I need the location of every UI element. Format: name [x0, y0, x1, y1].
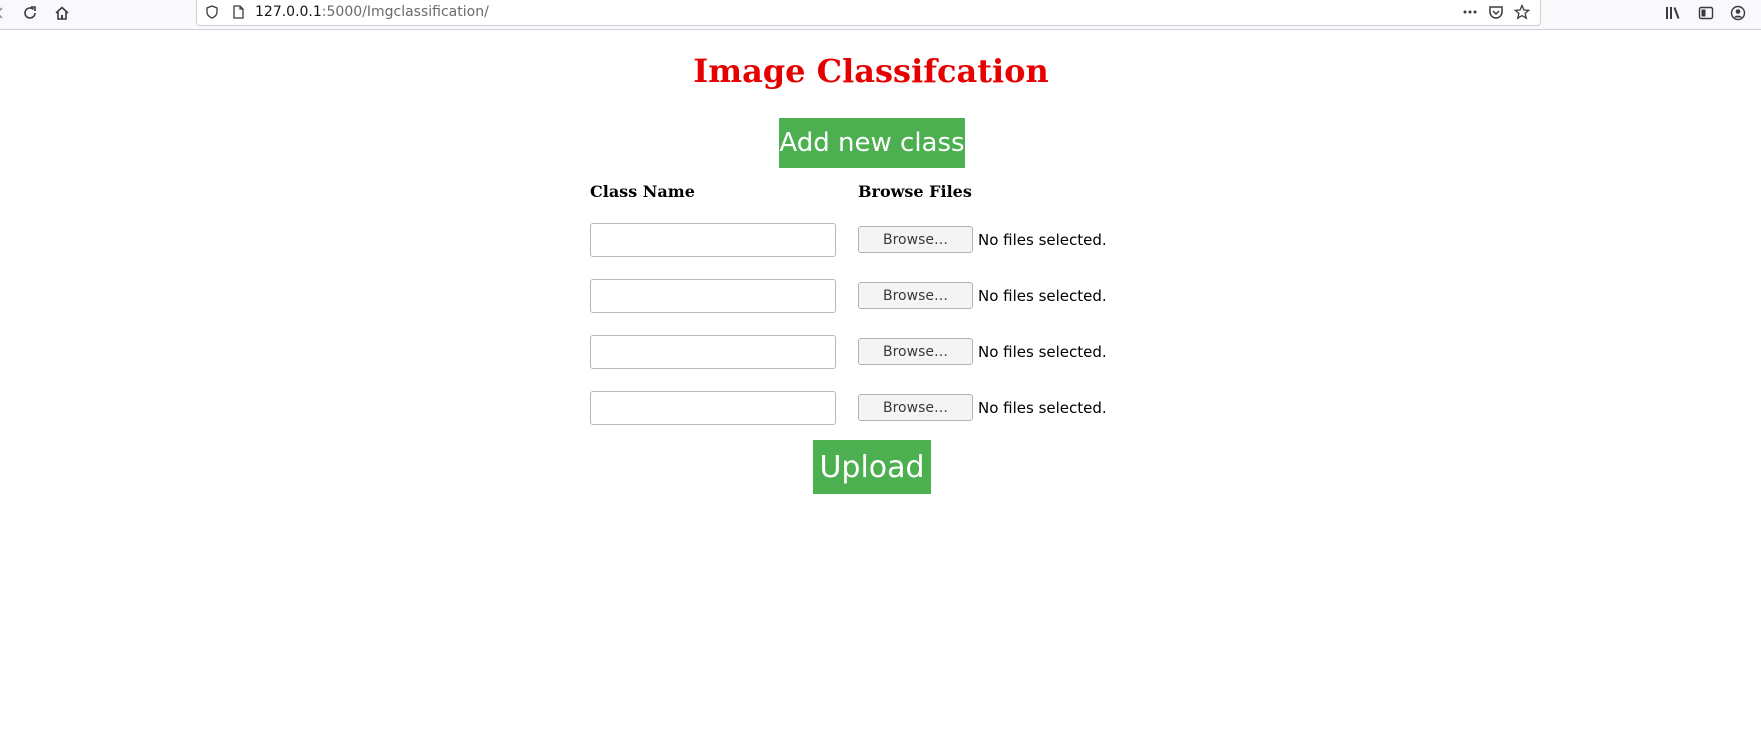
class-name-input[interactable] [590, 391, 836, 425]
file-status: No files selected. [978, 343, 1107, 361]
page-title: Image Classifcation [693, 52, 1049, 90]
pocket-icon[interactable] [1487, 3, 1505, 21]
reload-icon[interactable] [20, 3, 40, 23]
back-arrow-icon[interactable] [0, 3, 10, 23]
add-new-class-button[interactable]: Add new class [779, 118, 965, 168]
class-name-input[interactable] [590, 223, 836, 257]
browse-button[interactable]: Browse… [858, 282, 973, 309]
browse-files-header: Browse Files [858, 182, 972, 201]
browse-button[interactable]: Browse… [858, 394, 973, 421]
upload-button[interactable]: Upload [813, 440, 931, 494]
file-status: No files selected. [978, 399, 1107, 417]
url-text[interactable]: 127.0.0.1:5000/Imgclassification/ [255, 4, 489, 20]
url-bar[interactable]: 127.0.0.1:5000/Imgclassification/ [196, 0, 1541, 26]
url-host: 127.0.0.1 [255, 4, 322, 20]
class-name-input[interactable] [590, 335, 836, 369]
sidebar-icon[interactable] [1696, 3, 1716, 23]
home-icon[interactable] [52, 3, 72, 23]
file-status: No files selected. [978, 231, 1107, 249]
page-icon [229, 3, 247, 21]
browse-button[interactable]: Browse… [858, 226, 973, 253]
browse-button[interactable]: Browse… [858, 338, 973, 365]
browser-toolbar: 127.0.0.1:5000/Imgclassification/ [0, 0, 1761, 30]
library-icon[interactable] [1664, 3, 1684, 23]
url-path: :5000/Imgclassification/ [321, 4, 489, 20]
class-name-header: Class Name [590, 182, 695, 201]
shield-icon[interactable] [203, 3, 221, 21]
star-icon[interactable] [1513, 3, 1531, 21]
file-status: No files selected. [978, 287, 1107, 305]
class-name-input[interactable] [590, 279, 836, 313]
account-icon[interactable] [1728, 3, 1748, 23]
more-dots-icon[interactable] [1461, 3, 1479, 21]
